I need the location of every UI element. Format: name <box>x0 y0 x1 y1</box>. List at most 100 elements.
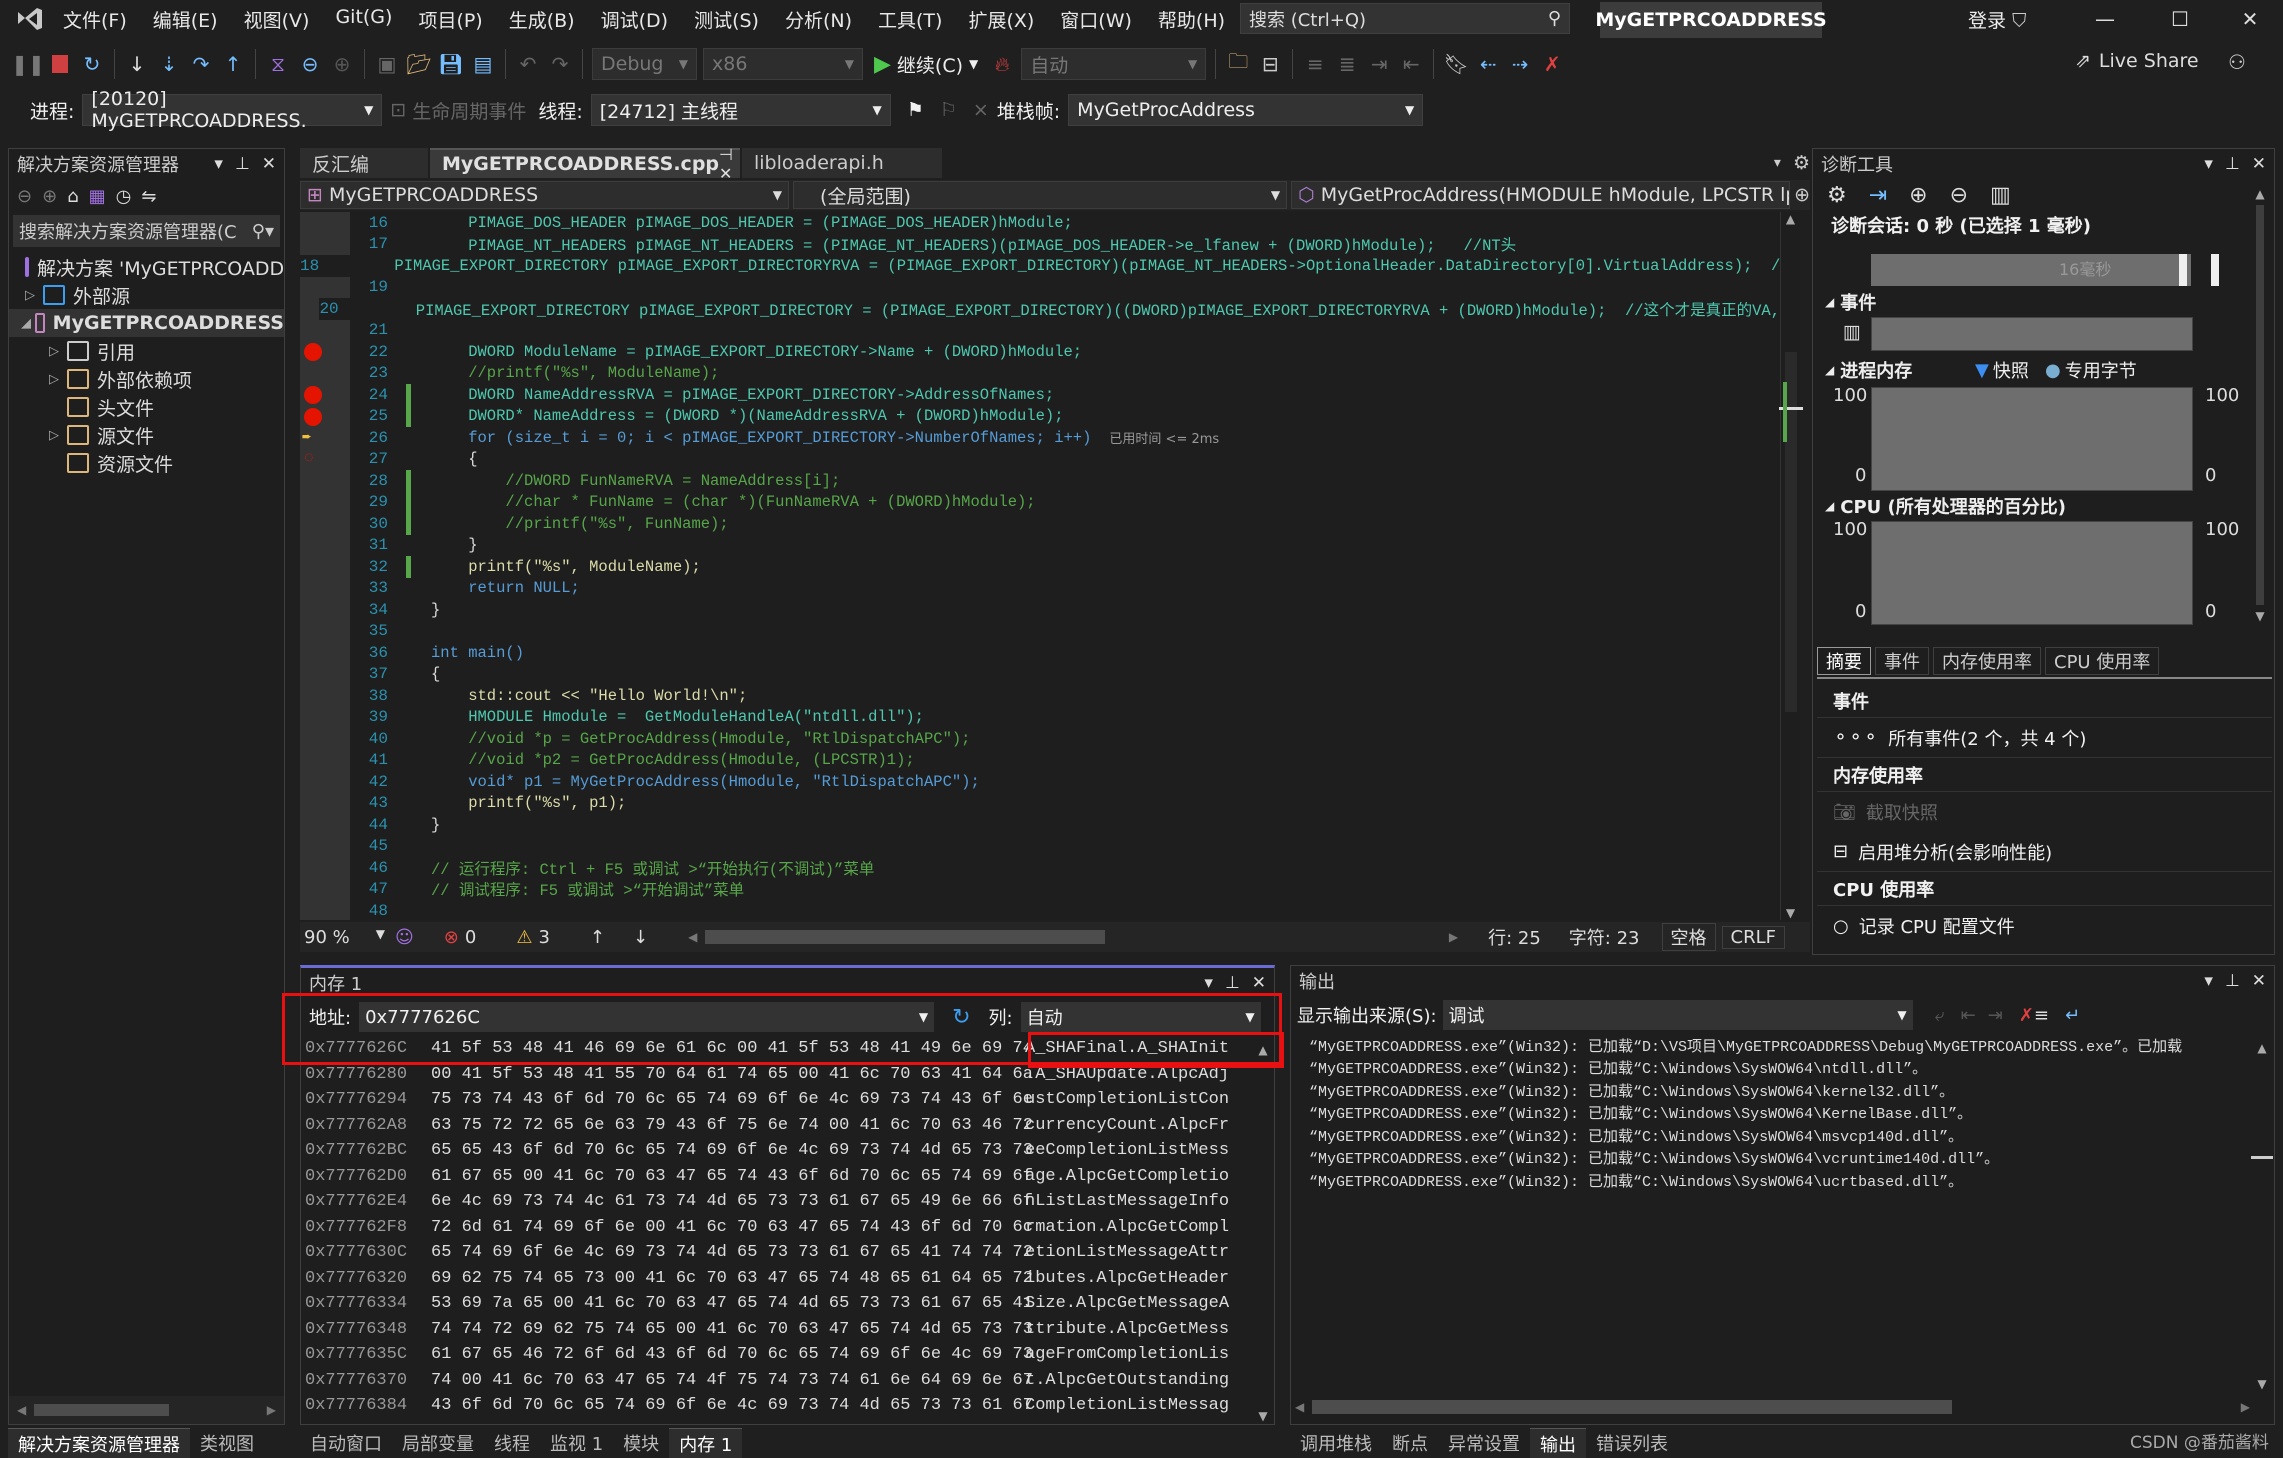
expander-icon[interactable]: ▷ <box>45 344 63 359</box>
memory-row[interactable]: 0x777762BC 65 65 43 6f 6d 70 6c 65 74 69 … <box>301 1138 1274 1164</box>
show-threads-icon[interactable]: ⨯ <box>973 99 989 121</box>
process-dropdown[interactable]: [20120] MyGETPRCOADDRESS. ▼ <box>82 88 383 132</box>
memory-row[interactable]: 0x7777630C 65 74 69 6f 6e 4c 69 73 74 4d … <box>301 1240 1274 1266</box>
tree-item[interactable]: ▷ 外部源 <box>9 281 284 309</box>
word-wrap-icon[interactable]: ↵ <box>2065 1005 2080 1026</box>
timeline-selection-marker[interactable] <box>2179 254 2187 286</box>
tab-cpu-usage[interactable]: CPU 使用率 <box>2045 647 2160 675</box>
expander-icon[interactable]: ▷ <box>45 428 63 443</box>
tab-events[interactable]: 事件 <box>1875 647 1929 675</box>
glyph-margin[interactable] <box>300 900 350 920</box>
next-message-icon[interactable]: ⇥ <box>1988 1005 2003 1026</box>
bottom-tab[interactable]: 错误列表 <box>1586 1428 1678 1458</box>
pause-events-icon[interactable]: ▥ <box>1843 321 1861 343</box>
forward-icon[interactable]: ⊕ <box>42 186 57 207</box>
glyph-margin[interactable] <box>300 362 350 384</box>
pin-icon[interactable]: ⊣ <box>719 145 733 164</box>
memory-row[interactable]: 0x7777635C 61 67 65 46 72 6f 6d 43 6f 6d … <box>301 1342 1274 1368</box>
previous-issue-icon[interactable]: ↑ <box>590 927 605 948</box>
menu-item[interactable]: 调试(D) <box>588 6 681 33</box>
bottom-tab[interactable]: 模块 <box>613 1428 669 1458</box>
breakpoint-icon[interactable] <box>304 386 322 404</box>
process-memory-graph[interactable] <box>1871 387 2193 491</box>
switch-views-icon[interactable]: ▦ <box>89 186 106 207</box>
navigate-forward-icon[interactable]: ⊕ <box>329 49 355 79</box>
tree-item[interactable]: 解决方案 'MyGETPRCOADDRESS' <box>9 253 284 281</box>
glyph-margin[interactable] <box>300 663 350 685</box>
all-events-link[interactable]: ⚬⚬⚬ 所有事件(2 个，共 4 个) <box>1817 718 2272 758</box>
memory-row[interactable]: 0x77776384 43 6f 6d 70 6c 65 74 69 6f 6e … <box>301 1393 1274 1419</box>
export-icon[interactable]: ⇥ <box>1869 183 1887 208</box>
glyph-margin[interactable] <box>300 792 350 814</box>
glyph-margin[interactable] <box>300 814 350 836</box>
tree-item[interactable]: 头文件 <box>9 393 284 421</box>
settings-icon[interactable]: ⚙ <box>1827 183 1847 208</box>
hot-reload-dropdown[interactable]: 自动 ▼ <box>1021 48 1207 80</box>
find-message-icon[interactable]: ⤶ <box>1935 1005 1945 1026</box>
navigate-back-icon[interactable]: ⊖ <box>297 49 323 79</box>
tab-disassembly[interactable]: 反汇编 <box>300 148 428 178</box>
close-icon[interactable]: ✕ <box>262 154 276 174</box>
pause-icon[interactable]: ❚❚ <box>11 49 45 79</box>
pin-icon[interactable]: ⊥ <box>1225 973 1240 993</box>
sync-icon[interactable]: ⇋ <box>141 186 156 207</box>
split-editor-icon[interactable]: ⊕ <box>1794 184 1810 206</box>
next-issue-icon[interactable]: ↓ <box>633 927 648 948</box>
clear-bookmarks-icon[interactable]: ✗ <box>1539 49 1565 79</box>
bottom-tab[interactable]: 线程 <box>484 1428 540 1458</box>
threads-icon[interactable]: ⧖ <box>265 49 291 79</box>
editor-horizontal-scrollbar[interactable]: ◀ ▶ <box>688 930 1458 944</box>
dropdown-icon[interactable]: ▾ <box>214 154 223 174</box>
feedback-icon[interactable]: ⚇ <box>2228 50 2246 74</box>
open-file-icon[interactable]: 📂︎ <box>406 49 432 79</box>
glyph-margin[interactable] <box>300 212 350 234</box>
continue-button[interactable]: ▶ 继续(C) ▼ <box>874 51 978 78</box>
save-all-icon[interactable]: ▤ <box>470 49 496 79</box>
glyph-margin[interactable] <box>300 319 350 341</box>
pin-icon[interactable]: ⊥ <box>2225 154 2240 174</box>
memory-row[interactable]: 0x77776370 74 00 41 6c 70 63 47 65 74 4f … <box>301 1368 1274 1394</box>
memory-row[interactable]: 0x777762A8 63 75 72 72 65 6e 63 79 43 6f … <box>301 1113 1274 1139</box>
glyph-margin[interactable] <box>300 620 350 642</box>
glyph-margin[interactable] <box>300 749 350 771</box>
output-text[interactable]: “MyGETPRCOADDRESS.exe”(Win32): 已加载“D:\VS… <box>1291 1034 2274 1192</box>
glyph-margin[interactable] <box>300 233 350 255</box>
stop-icon[interactable] <box>47 49 73 79</box>
pin-icon[interactable]: ⊥ <box>235 154 250 174</box>
tree-item[interactable]: ▷ 外部依赖项 <box>9 365 284 393</box>
save-icon[interactable]: 💾︎ <box>438 49 464 79</box>
menu-item[interactable]: 测试(S) <box>681 6 772 33</box>
expander-icon[interactable]: ▷ <box>45 372 63 387</box>
find-in-files-icon[interactable]: 🗀 <box>1225 49 1251 79</box>
flag-icon[interactable]: ⚑ <box>907 99 924 121</box>
glyph-margin[interactable] <box>300 577 350 599</box>
tab-solution-explorer[interactable]: 解决方案资源管理器 <box>8 1428 190 1458</box>
indent-icon[interactable]: ⇥ <box>1366 49 1392 79</box>
output-vscroll[interactable]: ▲ ▼ <box>2251 1041 2273 1391</box>
platform-dropdown[interactable]: x86 ▼ <box>703 48 863 80</box>
bottom-tab[interactable]: 输出 <box>1530 1428 1586 1458</box>
events-track[interactable] <box>1871 317 2193 351</box>
output-hscroll[interactable]: ◀ ▶ <box>1295 1394 2250 1420</box>
dropdown-icon[interactable]: ▾ <box>1204 973 1213 993</box>
glyph-margin[interactable] <box>300 599 350 621</box>
zoom-out-icon[interactable]: ⊖ <box>1950 183 1968 208</box>
glyph-margin[interactable] <box>300 706 350 728</box>
glyph-margin[interactable] <box>300 771 350 793</box>
take-snapshot-button[interactable]: 📷︎ 截取快照 <box>1817 792 2272 832</box>
warning-count[interactable]: 3 <box>538 927 549 948</box>
configuration-dropdown[interactable]: Debug ▼ <box>592 48 697 80</box>
stackframe-dropdown[interactable]: MyGetProcAddress ▼ <box>1068 94 1424 126</box>
tab-source-file[interactable]: MyGETPRCOADDRESS.cpp ⊣ ✕ <box>430 145 740 183</box>
live-share-button[interactable]: ⇗ Live Share <box>2075 50 2199 72</box>
uncomment-icon[interactable]: ≣ <box>1334 49 1360 79</box>
back-icon[interactable]: ⊖ <box>17 186 32 207</box>
bottom-tab[interactable]: 监视 1 <box>540 1428 613 1458</box>
glyph-margin[interactable] <box>300 642 350 664</box>
glyph-margin[interactable] <box>300 857 350 879</box>
flag-threads-icon[interactable]: ⚐ <box>940 99 957 121</box>
tab-list-dropdown-icon[interactable]: ▾ <box>1774 155 1781 171</box>
next-bookmark-icon[interactable]: ⇢ <box>1507 49 1533 79</box>
cpu-graph[interactable] <box>1871 521 2193 625</box>
expander-icon[interactable]: ▷ <box>21 288 39 303</box>
